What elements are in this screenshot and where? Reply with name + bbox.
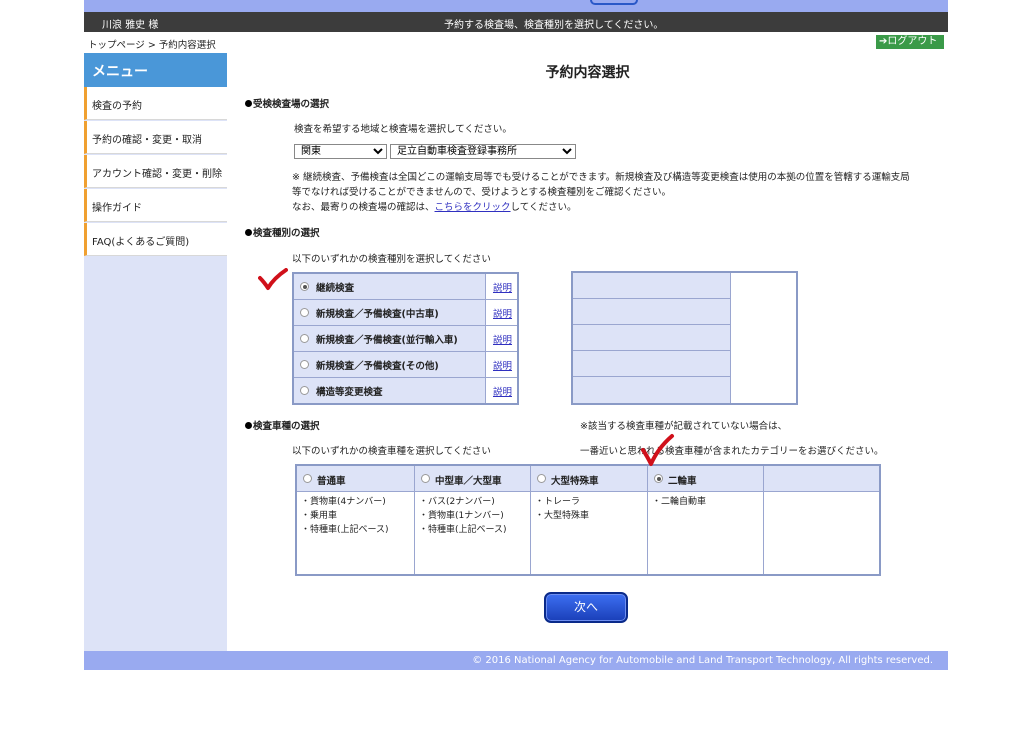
type-label: 新規検査／予備検査(中古車): [316, 309, 439, 320]
sidebar-item-account[interactable]: アカウント確認・変更・削除: [84, 155, 227, 188]
sidebar-item-faq[interactable]: FAQ(よくあるご質問): [84, 223, 227, 256]
type-row[interactable]: 構造等変更検査 説明: [294, 378, 517, 404]
header-instruction: 予約する検査場、検査種別を選択してください。: [444, 20, 664, 31]
vehicle-type-table: 普通車 中型車／大型車 大型特殊車 二輪車 ・貨物車(4ナンバー) ・乗用車 ・…: [295, 464, 881, 576]
explain-link[interactable]: 説明: [493, 332, 512, 346]
bullet-icon: [245, 100, 252, 107]
vehicle-label: 中型車／大型車: [435, 476, 502, 487]
user-bar: 川浪 雅史 様 予約する検査場、検査種別を選択してください。: [84, 12, 948, 32]
sidebar-item-guide[interactable]: 操作ガイド: [84, 189, 227, 222]
explain-link[interactable]: 説明: [493, 306, 512, 320]
nearest-site-link[interactable]: こちらをクリック: [435, 202, 511, 213]
vehicle-instruction: 以下のいずれかの検査車種を選択してください: [292, 446, 491, 457]
vehicle-option-regular[interactable]: 普通車: [297, 466, 415, 492]
type-row[interactable]: 継続検査 説明: [294, 274, 517, 300]
type-section-heading: 検査種別の選択: [245, 225, 320, 239]
type-detail-table: [571, 271, 798, 405]
checkmark-annotation-icon: [258, 268, 288, 290]
menu-title: メニュー: [84, 53, 227, 87]
sidebar-item-manage-reservation[interactable]: 予約の確認・変更・取消: [84, 121, 227, 154]
vehicle-radio[interactable]: [537, 474, 546, 483]
site-instruction: 検査を希望する地域と検査場を選択してください。: [294, 124, 512, 135]
type-detail-cell: [573, 299, 731, 325]
vehicle-examples: ・貨物車(4ナンバー) ・乗用車 ・特種車(上記ベース): [297, 492, 415, 574]
vehicle-note-line: 一番近いと思われる検査車種が含まれたカテゴリーをお選びください。: [580, 446, 884, 457]
sidebar: メニュー 検査の予約 予約の確認・変更・取消 アカウント確認・変更・削除 操作ガ…: [84, 53, 227, 651]
vehicle-radio[interactable]: [303, 474, 312, 483]
vehicle-example: ・貨物車(4ナンバー): [301, 497, 386, 507]
page-title: 予約内容選択: [545, 65, 630, 81]
type-radio-selected[interactable]: [300, 282, 309, 291]
breadcrumb: トップページ > 予約内容選択: [88, 40, 216, 51]
type-radio[interactable]: [300, 386, 309, 395]
sidebar-item-label: 予約の確認・変更・取消: [92, 135, 202, 146]
explain-link[interactable]: 説明: [493, 358, 512, 372]
explain-link[interactable]: 説明: [493, 280, 512, 294]
explain-link[interactable]: 説明: [493, 384, 512, 398]
vehicle-examples: ・トレーラ ・大型特殊車: [531, 492, 648, 574]
vehicle-examples: ・バス(2ナンバー) ・貨物車(1ナンバー) ・特種車(上記ベース): [415, 492, 531, 574]
vehicle-option-medium-large[interactable]: 中型車／大型車: [415, 466, 531, 492]
type-row[interactable]: 新規検査／予備検査(並行輸入車) 説明: [294, 326, 517, 352]
vehicle-example: ・貨物車(1ナンバー): [419, 511, 504, 521]
next-button[interactable]: 次へ: [544, 592, 628, 623]
inspection-site-select[interactable]: 足立自動車検査登録事務所: [390, 144, 576, 159]
type-radio[interactable]: [300, 360, 309, 369]
type-radio[interactable]: [300, 308, 309, 317]
vehicle-examples: ・二輪自動車: [648, 492, 764, 574]
sidebar-item-label: アカウント確認・変更・削除: [92, 169, 222, 180]
type-label: 構造等変更検査: [316, 387, 383, 398]
sidebar-item-label: 操作ガイド: [92, 203, 142, 214]
type-detail-cell: [573, 377, 731, 403]
vehicle-example: ・バス(2ナンバー): [419, 497, 495, 507]
checkmark-annotation-icon: [641, 434, 674, 466]
sidebar-item-reserve[interactable]: 検査の予約: [84, 87, 227, 120]
vehicle-example: ・二輪自動車: [652, 497, 707, 507]
vehicle-radio[interactable]: [421, 474, 430, 483]
header-accent-bar: [84, 0, 948, 12]
vehicle-label: 二輪車: [668, 476, 697, 487]
vehicle-radio-selected[interactable]: [654, 474, 663, 483]
vehicle-example: ・大型特殊車: [535, 511, 590, 521]
inspection-type-table: 継続検査 説明 新規検査／予備検査(中古車) 説明 新規検査／予備検査(並行輸入…: [292, 272, 519, 405]
sidebar-item-label: FAQ(よくあるご質問): [92, 237, 190, 248]
site-note-line: なお、最寄りの検査場の確認は、こちらをクリックしてください。: [292, 202, 577, 213]
type-row[interactable]: 新規検査／予備検査(その他) 説明: [294, 352, 517, 378]
vehicle-option-special-large[interactable]: 大型特殊車: [531, 466, 648, 492]
site-note-line: 等でなければ受けることができませんので、受けようとする検査種別をご確認ください。: [292, 187, 672, 198]
site-section-heading: 受検検査場の選択: [245, 96, 329, 110]
vehicle-note-line: ※該当する検査車種が記載されていない場合は、: [580, 421, 788, 432]
vehicle-label: 大型特殊車: [551, 476, 599, 487]
vehicle-example: ・トレーラ: [535, 497, 581, 507]
bullet-icon: [245, 422, 252, 429]
bullet-icon: [245, 229, 252, 236]
site-logo-icon: [590, 0, 638, 5]
site-note: ※ 継続検査、予備検査は全国どこの運輸支局等でも受けることができます。新規検査及…: [292, 170, 942, 215]
sidebar-item-label: 検査の予約: [92, 101, 142, 112]
type-detail-cell: [573, 351, 731, 377]
type-detail-cell: [573, 273, 731, 299]
footer: © 2016 National Agency for Automobile an…: [84, 651, 948, 670]
type-detail-cell: [573, 325, 731, 351]
type-instruction: 以下のいずれかの検査種別を選択してください: [292, 254, 491, 265]
logout-label: ログアウト: [887, 36, 938, 47]
vehicle-empty-head: [764, 466, 879, 492]
region-select[interactable]: 関東: [294, 144, 387, 159]
site-note-line: ※ 継続検査、予備検査は全国どこの運輸支局等でも受けることができます。新規検査及…: [292, 172, 910, 183]
vehicle-example: ・特種車(上記ベース): [301, 525, 389, 535]
type-row[interactable]: 新規検査／予備検査(中古車) 説明: [294, 300, 517, 326]
type-label: 継続検査: [316, 283, 355, 294]
type-radio[interactable]: [300, 334, 309, 343]
copyright: © 2016 National Agency for Automobile an…: [472, 655, 933, 666]
type-label: 新規検査／予備検査(その他): [316, 361, 439, 372]
vehicle-example: ・乗用車: [301, 511, 338, 521]
logout-button[interactable]: ➔ログアウト: [876, 35, 944, 49]
vehicle-example: ・特種車(上記ベース): [419, 525, 507, 535]
vehicle-section-heading: 検査車種の選択: [245, 418, 320, 432]
vehicle-examples-empty: [764, 492, 879, 574]
vehicle-option-motorcycle[interactable]: 二輪車: [648, 466, 764, 492]
user-name: 川浪 雅史 様: [102, 20, 159, 31]
type-label: 新規検査／予備検査(並行輸入車): [316, 335, 458, 346]
vehicle-label: 普通車: [317, 476, 346, 487]
